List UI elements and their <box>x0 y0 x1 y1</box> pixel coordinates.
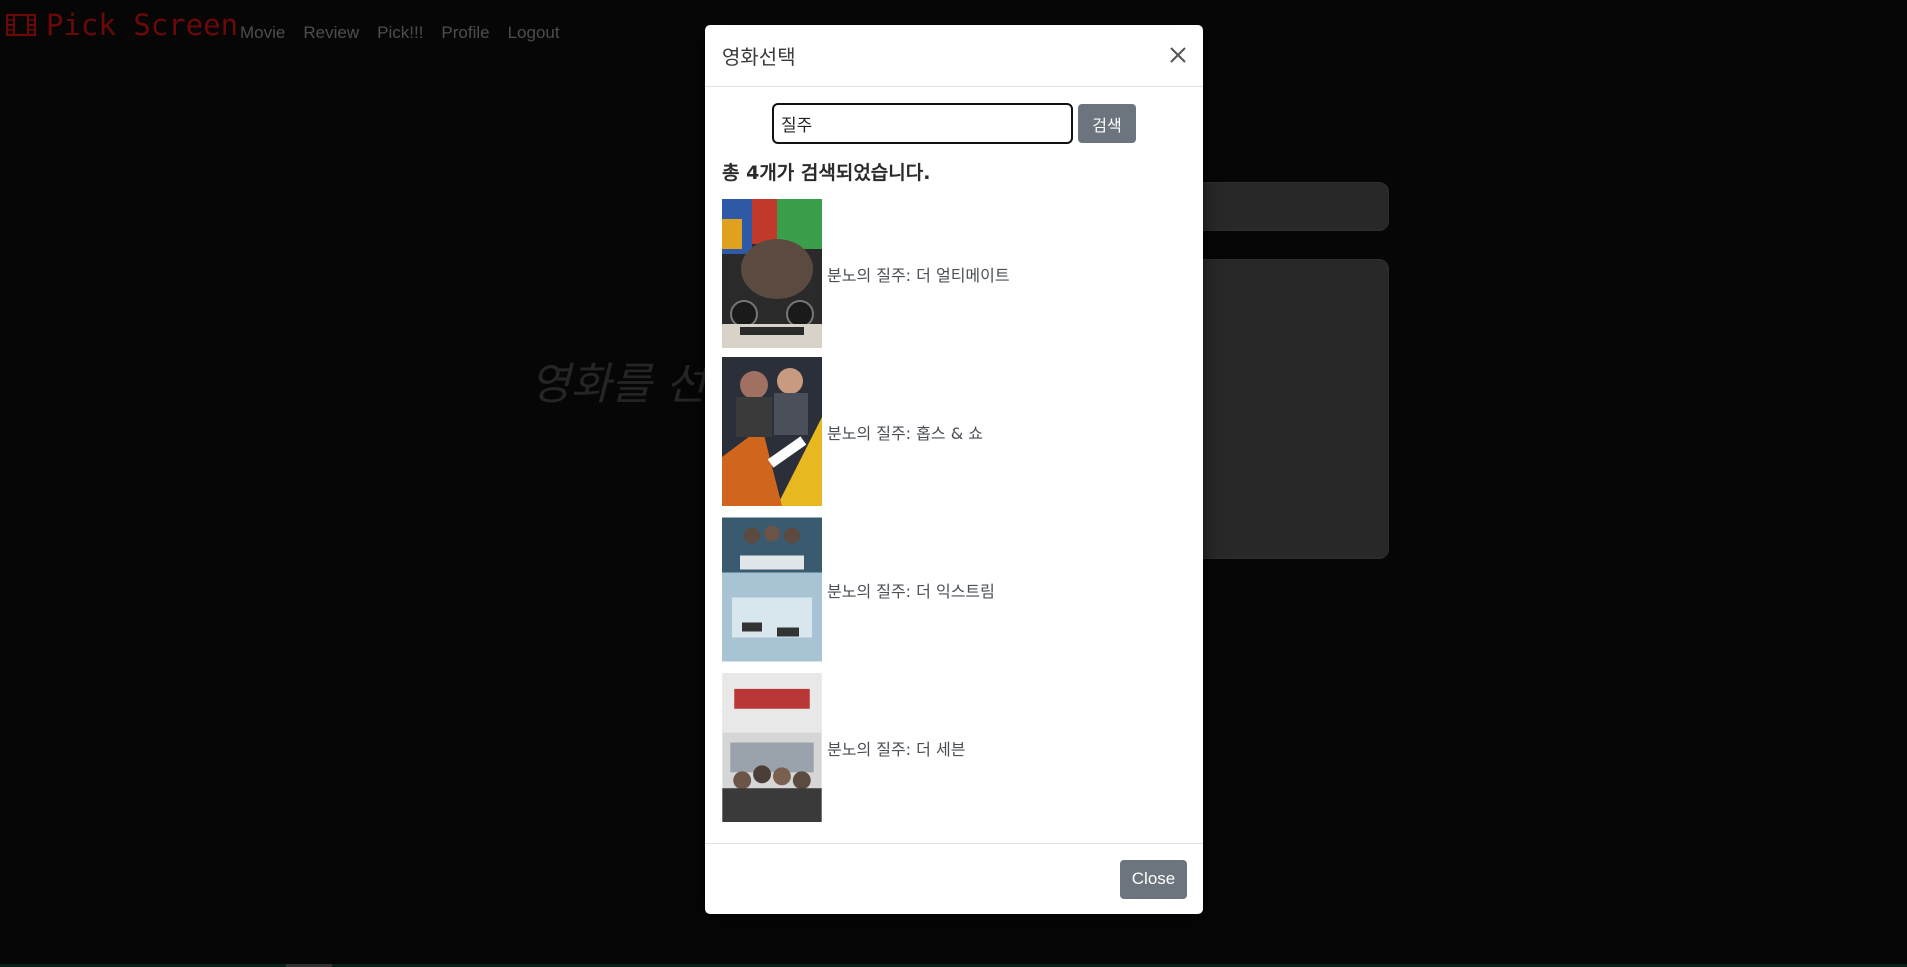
list-item[interactable]: 분노의 질주: 더 얼티메이트 <box>722 199 1186 348</box>
movie-select-modal: 영화선택 검색 총 4개가 검색되었습니다. <box>705 25 1203 914</box>
close-button[interactable]: Close <box>1120 859 1187 899</box>
list-item[interactable]: 분노의 질주: 더 세븐 <box>722 673 1186 822</box>
movie-title: 분노의 질주: 더 얼티메이트 <box>827 265 1010 285</box>
result-count: 총 4개가 검색되었습니다. <box>722 162 931 184</box>
search-button[interactable]: 검색 <box>1078 104 1136 143</box>
modal-header: 영화선택 <box>705 25 1203 87</box>
movie-title: 분노의 질주: 더 세븐 <box>827 739 966 759</box>
search-row: 검색 <box>722 103 1186 144</box>
movie-poster <box>722 357 822 506</box>
modal-body: 검색 총 4개가 검색되었습니다. 분노의 질주: 더 얼티메이트 <box>705 87 1203 822</box>
movie-search-input[interactable] <box>772 103 1073 144</box>
results-list: 분노의 질주: 더 얼티메이트 분노의 질주: 홉스 & 쇼 분노의 질주: 더… <box>722 199 1186 822</box>
modal-title: 영화선택 <box>722 45 796 69</box>
close-icon[interactable] <box>1165 42 1191 68</box>
list-item[interactable]: 분노의 질주: 더 익스트림 <box>722 515 1186 664</box>
movie-poster <box>722 517 822 662</box>
movie-title: 분노의 질주: 더 익스트림 <box>827 581 995 601</box>
list-item[interactable]: 분노의 질주: 홉스 & 쇼 <box>722 357 1186 506</box>
modal-footer: Close <box>705 843 1203 914</box>
movie-poster <box>722 673 822 822</box>
movie-title: 분노의 질주: 홉스 & 쇼 <box>827 423 983 443</box>
movie-poster <box>722 199 822 348</box>
